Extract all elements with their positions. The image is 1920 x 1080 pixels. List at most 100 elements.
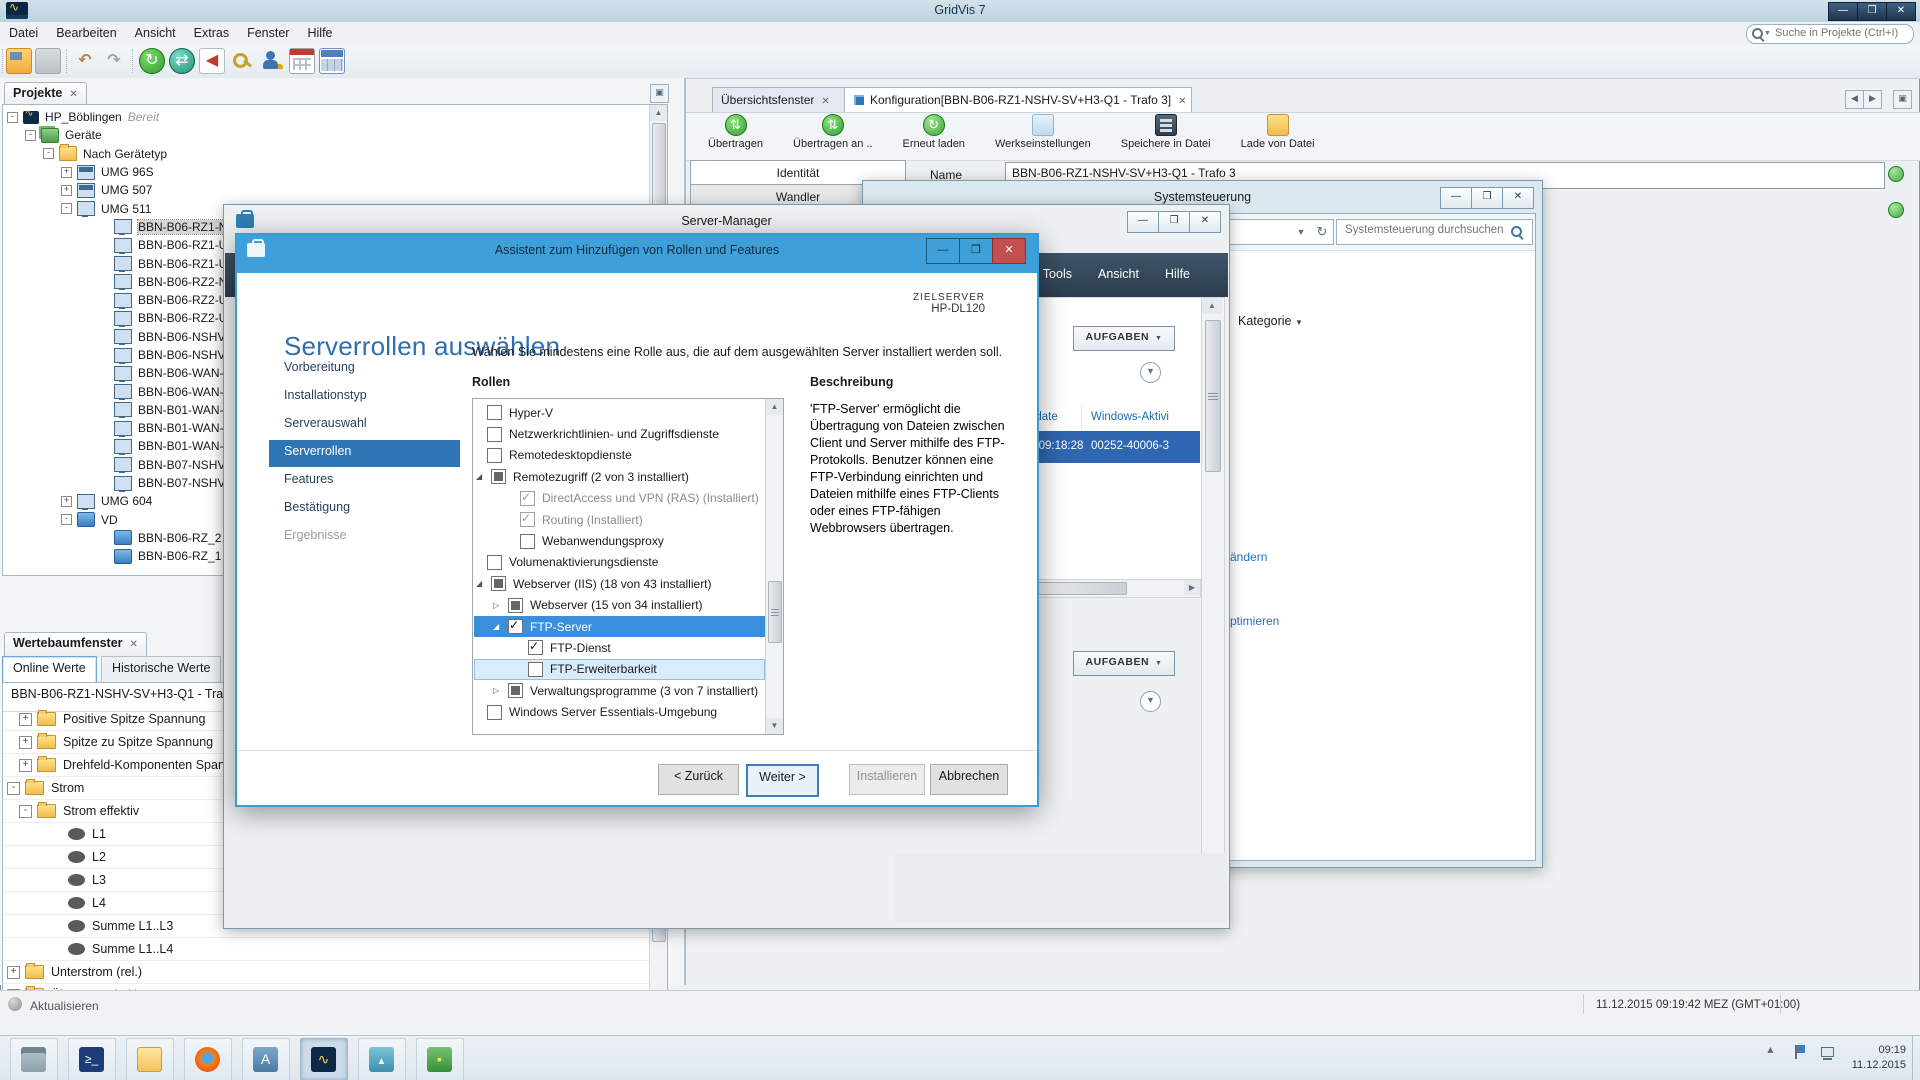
expand-toggle-icon[interactable]: + [61, 496, 72, 507]
table-header-aktivierung[interactable]: Windows-Aktivi [1091, 411, 1169, 423]
category-dropdown[interactable]: Kategorie ▼ [1238, 314, 1303, 328]
network-icon[interactable] [1820, 1044, 1836, 1060]
tree-item[interactable]: - Nach Gerätetyp [3, 145, 667, 163]
role-item[interactable]: FTP-Erweiterbarkeit [474, 659, 765, 680]
close-icon[interactable]: ✕ [1178, 96, 1186, 107]
role-checkbox[interactable] [487, 555, 502, 570]
role-checkbox[interactable] [508, 598, 523, 613]
taskbar-app-button[interactable] [358, 1038, 406, 1080]
role-checkbox[interactable] [508, 683, 523, 698]
project-search-box[interactable]: ▼ [1746, 24, 1914, 44]
role-item[interactable]: Webserver (15 von 34 installiert) [474, 595, 765, 616]
expand-toggle-icon[interactable] [476, 472, 491, 481]
taskbar-app-button[interactable] [184, 1038, 232, 1080]
taskbar-app-button[interactable] [68, 1038, 116, 1080]
value-tree-item[interactable]: Summe L1..L4 [3, 938, 649, 961]
collapse-chevron-icon[interactable]: ▼ [1140, 362, 1161, 383]
wizard-step[interactable]: Installationstyp [269, 384, 460, 411]
tab-wertebaumfenster[interactable]: Wertebaumfenster✕ [4, 632, 147, 659]
role-item[interactable]: Remotezugriff (2 von 3 installiert) [474, 466, 765, 487]
role-checkbox[interactable] [528, 640, 543, 655]
expand-toggle-icon[interactable]: - [43, 148, 54, 159]
role-item[interactable]: DirectAccess und VPN (RAS) (Installiert) [474, 488, 765, 509]
expand-toggle-icon[interactable]: - [7, 782, 20, 795]
minimize-button[interactable]: — [926, 238, 960, 264]
roles-scrollbar[interactable]: ▲ ▼ [765, 399, 783, 734]
wizard-step[interactable]: Features [269, 468, 460, 495]
control-panel-search[interactable] [1336, 219, 1533, 245]
database-sync-icon[interactable]: ⇄ [169, 48, 195, 74]
tree-item[interactable]: + UMG 96S [3, 163, 667, 181]
show-hidden-icons[interactable] [1765, 1044, 1781, 1060]
panel-maximize-icon[interactable]: ▣ [650, 84, 669, 103]
menu-item[interactable]: Tools [1043, 267, 1072, 281]
expand-toggle-icon[interactable] [493, 686, 508, 695]
save-all-icon[interactable] [35, 48, 61, 74]
config-toolbar-button[interactable]: Übertragen an .. [785, 113, 881, 154]
taskbar-app-button[interactable] [300, 1038, 348, 1080]
user-lock-icon[interactable] [259, 48, 285, 74]
menu-item[interactable]: Datei [0, 22, 47, 40]
expand-toggle-icon[interactable]: - [19, 805, 32, 818]
taskbar-app-button[interactable] [10, 1038, 58, 1080]
address-dropdown-icon[interactable]: ▼ [1291, 219, 1312, 245]
scroll-right-icon[interactable]: ▶ [1184, 580, 1200, 595]
scroll-up-icon[interactable]: ▲ [1202, 298, 1222, 314]
close-icon[interactable]: ✕ [821, 96, 829, 107]
tab-scroll-left-icon[interactable]: ◀ [1845, 90, 1864, 109]
taskbar-app-button[interactable] [242, 1038, 290, 1080]
expand-toggle-icon[interactable]: + [61, 185, 72, 196]
maximize-button[interactable]: ❐ [1857, 2, 1887, 21]
install-button[interactable]: Installieren [849, 764, 925, 795]
expand-toggle-icon[interactable]: + [19, 759, 32, 772]
menu-item[interactable]: Hilfe [298, 22, 341, 40]
tree-item[interactable]: - HP_Böblingen Bereit [3, 108, 667, 126]
role-item[interactable]: Netzwerkrichtlinien- und Zugriffsdienste [474, 423, 765, 444]
role-checkbox[interactable] [491, 576, 506, 591]
role-checkbox[interactable] [491, 469, 506, 484]
wizard-step[interactable]: Serverrollen [269, 440, 460, 467]
tree-item[interactable]: - Geräte [3, 126, 667, 144]
config-toolbar-button[interactable]: Übertragen [700, 113, 771, 154]
doc-maximize-icon[interactable]: ▣ [1893, 90, 1912, 109]
control-panel-link[interactable]: ptimieren [1230, 614, 1279, 628]
expand-toggle-icon[interactable] [493, 601, 508, 610]
expand-toggle-icon[interactable] [493, 622, 508, 631]
key-icon[interactable] [229, 48, 255, 74]
close-button[interactable]: ✕ [1886, 2, 1916, 21]
minimize-button[interactable]: — [1440, 187, 1472, 209]
expand-toggle-icon[interactable]: - [61, 203, 72, 214]
value-tree-item[interactable]: + Unterstrom (rel.) [3, 961, 649, 984]
sync-icon[interactable]: ↻ [139, 48, 165, 74]
wizard-step[interactable]: Bestätigung [269, 496, 460, 523]
role-item[interactable]: Hyper-V [474, 402, 765, 423]
wizard-step[interactable]: Vorbereitung [269, 356, 460, 383]
close-icon[interactable]: ✕ [69, 89, 77, 100]
role-item[interactable]: Webanwendungsproxy [474, 530, 765, 551]
scrollbar-thumb[interactable] [1205, 320, 1221, 472]
table-icon[interactable] [319, 48, 345, 74]
aufgaben-button[interactable]: AUFGABEN [1073, 651, 1175, 676]
taskbar-app-button[interactable] [126, 1038, 174, 1080]
minimize-button[interactable]: — [1127, 211, 1159, 233]
search-input[interactable] [1773, 26, 1911, 40]
calendar-icon[interactable] [289, 48, 315, 74]
close-button[interactable]: ✕ [1502, 187, 1534, 209]
action-center-icon[interactable] [1793, 1044, 1809, 1060]
expand-toggle-icon[interactable]: + [19, 713, 32, 726]
role-item[interactable]: Routing (Installiert) [474, 509, 765, 530]
scroll-down-icon[interactable]: ▼ [766, 718, 783, 734]
config-toolbar-button[interactable]: Werkseinstellungen [987, 113, 1099, 154]
role-item[interactable]: Webserver (IIS) (18 von 43 installiert) [474, 573, 765, 594]
maximize-button[interactable]: ❐ [959, 238, 993, 264]
config-toolbar-button[interactable]: Lade von Datei [1233, 113, 1323, 154]
role-item[interactable]: FTP-Server [474, 616, 765, 637]
role-checkbox[interactable] [487, 448, 502, 463]
show-desktop-button[interactable] [1912, 1036, 1920, 1080]
role-checkbox[interactable] [487, 427, 502, 442]
control-panel-link[interactable]: ändern [1230, 550, 1267, 564]
tab-scroll-right-icon[interactable]: ▶ [1863, 90, 1882, 109]
menu-item[interactable]: Ansicht [1098, 267, 1139, 281]
close-button[interactable]: ✕ [1189, 211, 1221, 233]
search-input[interactable] [1343, 223, 1507, 237]
